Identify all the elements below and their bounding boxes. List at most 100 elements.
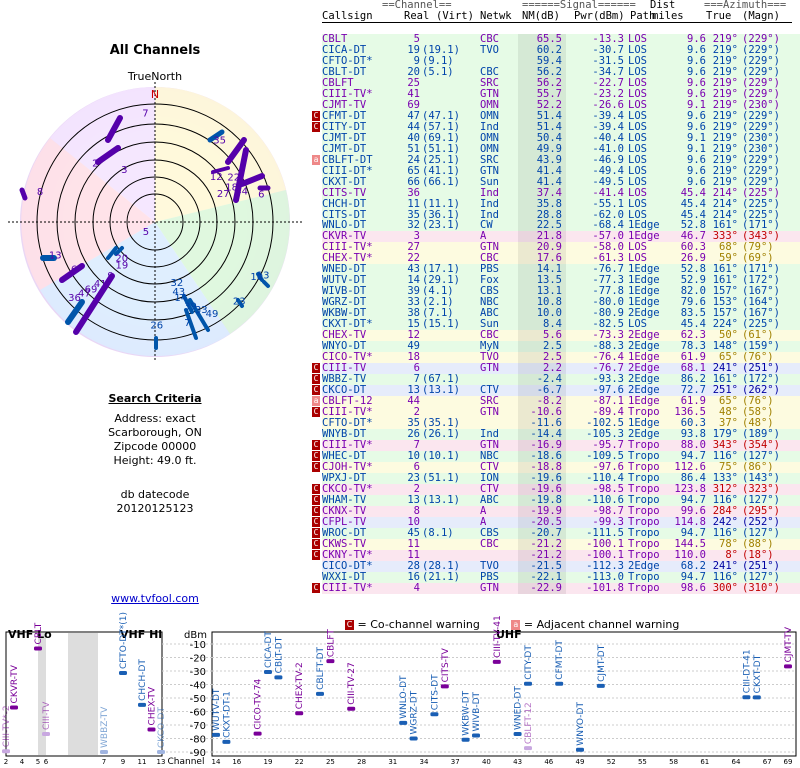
- table-cell: GTN: [480, 581, 499, 594]
- table-cell: 116°: [712, 526, 738, 539]
- criteria-title: Search Criteria: [108, 392, 202, 405]
- station-label: WNED-DT: [514, 686, 524, 730]
- polar-label: 6: [258, 190, 264, 201]
- table-cell: -20.7: [530, 526, 562, 539]
- x-tick-label: 61: [700, 758, 709, 766]
- co-channel-warning: C: [312, 374, 320, 385]
- station-label: WKBW-DT: [462, 690, 472, 735]
- co-channel-warning: C: [312, 110, 320, 121]
- table-cell: WXXI-DT: [322, 570, 367, 583]
- polar-label: 44: [235, 187, 248, 198]
- table-cell: 41.4: [536, 164, 562, 177]
- band-label: VHF Lo: [8, 628, 52, 641]
- table-cell: -49.4: [592, 164, 624, 177]
- table-cell: 9.6: [687, 164, 706, 177]
- table-cell: 9.6: [687, 153, 706, 166]
- table-cell: (251°): [742, 559, 780, 572]
- table-cell: 41.4: [536, 175, 562, 188]
- table-row: CKWS-TV 11 CBC -21.2 -100.1 Tropo 144.5 78° (88°…: [312, 537, 800, 550]
- polar-panel: All Channels TrueNorth N 7 2 3 8 35 22 1…: [0, 0, 310, 610]
- station-bar: [212, 732, 220, 737]
- co-channel-warning: C: [312, 549, 320, 560]
- station-bar: [42, 732, 50, 737]
- height-text: Height: 49.0 ft.: [113, 454, 197, 467]
- x-axis-label: Channel: [168, 757, 205, 767]
- adjacent-warning: a: [312, 154, 320, 165]
- gap-shade: [38, 633, 46, 755]
- y-tick-label: -80: [190, 735, 206, 746]
- table-cell: 144.5: [674, 537, 706, 550]
- station-label: WNYO-DT: [576, 702, 586, 746]
- table-cell: SRC: [480, 153, 499, 166]
- address-text: Address: exact: [114, 412, 196, 425]
- table-cell: 94.7: [680, 570, 706, 583]
- table-cell: (225°): [742, 186, 780, 199]
- table-cell: (66.1): [422, 175, 460, 188]
- y-tick-label: -30: [190, 667, 206, 678]
- table-cell: 300°: [712, 581, 738, 594]
- table-row: WROC-DT 45 (8.1) CBS -20.7 -111.5 Tropo 94.7 116…: [312, 526, 800, 539]
- table-cell: Tropo: [628, 548, 660, 561]
- x-tick-label: 14: [212, 758, 221, 766]
- table-cell: -22.1: [530, 570, 562, 583]
- x-tick-label: 6: [44, 758, 49, 766]
- co-channel-warning: C: [312, 483, 320, 494]
- co-channel-warning: C: [312, 439, 320, 450]
- table-cell: CICO-DT*: [322, 559, 373, 572]
- co-channel-warning: C: [312, 450, 320, 461]
- table-cell: (25.1): [422, 153, 460, 166]
- polar-label: 7: [142, 108, 148, 119]
- table-cell: 43.9: [536, 153, 562, 166]
- table-cell: 2Edge: [628, 559, 660, 572]
- table-cell: LOS: [628, 153, 647, 166]
- table-cell: 66: [407, 175, 420, 188]
- tvfool-link[interactable]: www.tvfool.com: [0, 592, 310, 606]
- station-label: CHCH-DT: [138, 659, 148, 701]
- station-bar: [10, 705, 18, 710]
- table-cell: -100.1: [586, 548, 624, 561]
- table-cell: 9.6: [687, 175, 706, 188]
- station-bar: [409, 736, 418, 741]
- station-bar: [524, 746, 532, 751]
- table-cell: -100.1: [586, 537, 624, 550]
- y-tick-label: -50: [190, 694, 206, 705]
- station-label: WGRZ-DT: [410, 690, 420, 734]
- table-cell: Tropo: [628, 526, 660, 539]
- station-label: WNLO-DT: [399, 675, 409, 719]
- table-cell: Ind: [480, 197, 499, 210]
- y-tick-label: -60: [190, 708, 206, 719]
- polar-label: 26: [150, 320, 163, 331]
- table-cell: TVO: [480, 559, 499, 572]
- co-channel-warning: C: [312, 516, 320, 527]
- x-tick-label: 16: [232, 758, 241, 766]
- table-cell: WROC-DT: [322, 526, 367, 539]
- station-bar: [440, 684, 449, 689]
- table-cell: (13.1): [422, 493, 460, 506]
- station-bar: [513, 732, 522, 737]
- table-row: CHCH-DT 11 (11.1) Ind 35.8 -55.1 LOS 45.4 214° (2…: [322, 197, 800, 210]
- table-cell: 78°: [719, 537, 738, 550]
- x-tick-label: 64: [732, 758, 741, 766]
- true-header: True: [706, 10, 732, 22]
- table-cell: -55.1: [592, 197, 624, 210]
- x-tick-label: 46: [544, 758, 553, 766]
- station-bar: [264, 669, 272, 674]
- table-cell: (11.1): [422, 197, 460, 210]
- station-label: CBLFT: [326, 629, 336, 657]
- station-label: CBLFT-DT: [316, 646, 326, 689]
- table-cell: (21.1): [422, 570, 460, 583]
- table-cell: -22.9: [530, 581, 562, 594]
- polar-label: 41: [94, 279, 107, 290]
- table-cell: (88°): [742, 537, 774, 550]
- station-label: CICA-DT: [264, 631, 274, 668]
- table-row: WXXI-DT 16 (21.1) PBS -22.1 -113.0 Tropo 94.7 11…: [322, 570, 800, 583]
- table-cell: (225°): [742, 197, 780, 210]
- x-tick-label: 52: [607, 758, 616, 766]
- table-row: CIII-DT* 65 (41.1) GTN 41.4 -49.4 LOS 9.6 219° (2…: [322, 164, 800, 177]
- polar-label: 6: [71, 265, 77, 276]
- table-cell: TVO: [480, 43, 499, 56]
- table-cell: 45.4: [680, 186, 706, 199]
- polar-label: 5: [143, 227, 149, 238]
- polar-label: 8: [37, 187, 43, 198]
- table-cell: (26.1): [422, 427, 460, 440]
